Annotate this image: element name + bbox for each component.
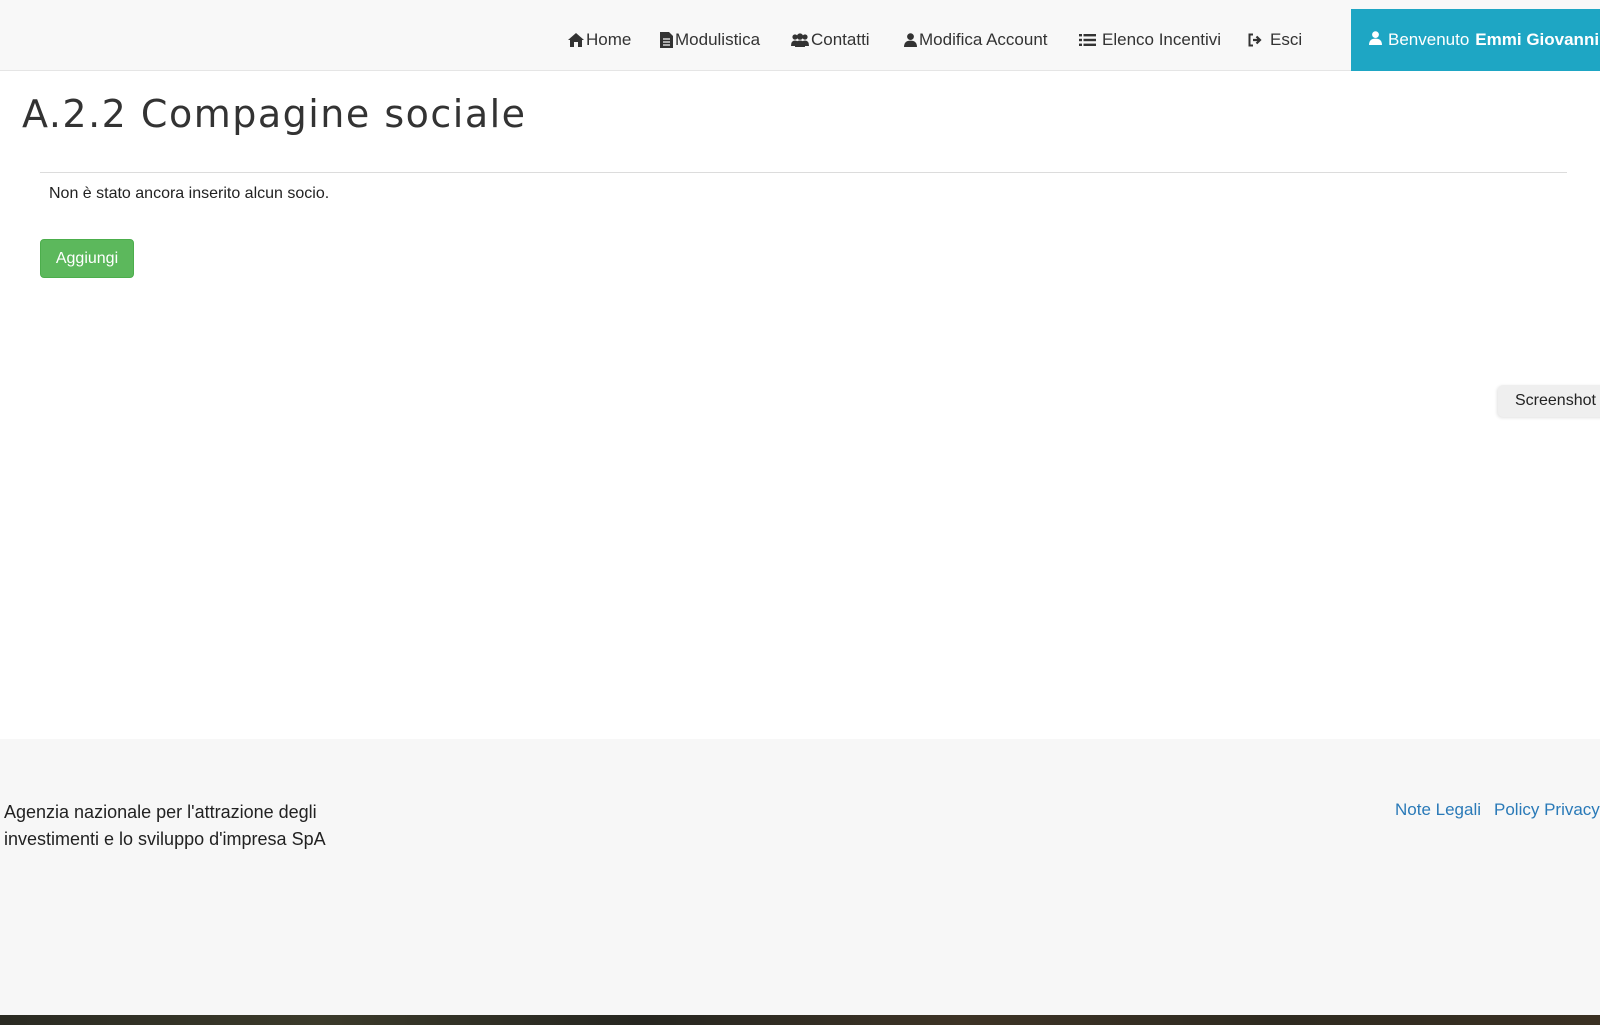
footer: Agenzia nazionale per l'attrazione degli… <box>0 739 1600 1015</box>
user-name: Emmi Giovanni <box>1475 30 1600 49</box>
users-icon <box>791 33 809 47</box>
policy-privacy-link[interactable]: Policy Privacy <box>1494 800 1600 820</box>
note-legali-link[interactable]: Note Legali <box>1395 800 1481 820</box>
title-divider <box>40 172 1567 173</box>
screenshot-tab[interactable]: Screenshot <box>1498 385 1600 417</box>
agency-name: Agenzia nazionale per l'attrazione degli… <box>4 799 326 853</box>
nav-elenco-incentivi-label: Elenco Incentivi <box>1102 30 1222 49</box>
nav-modulistica[interactable]: Modulistica <box>660 30 760 50</box>
nav-modifica-account-label: Modifica Account <box>919 30 1048 49</box>
document-icon <box>660 32 673 48</box>
welcome-user-menu[interactable]: Benvenuto Emmi Giovanni <box>1351 9 1600 71</box>
nav-esci-label: Esci <box>1270 30 1303 49</box>
nav-home[interactable]: Home <box>568 30 631 50</box>
sign-out-icon <box>1248 33 1264 47</box>
list-icon <box>1079 33 1096 47</box>
add-button[interactable]: Aggiungi <box>40 239 134 278</box>
welcome-prefix: Benvenuto <box>1388 30 1470 49</box>
page-title: A.2.2 Compagine sociale <box>22 92 527 136</box>
top-navbar: Home Modulistica Contatti Modifica Accou… <box>0 0 1600 71</box>
nav-home-label: Home <box>586 30 632 49</box>
nav-elenco-incentivi[interactable]: Elenco Incentivi <box>1079 30 1221 50</box>
home-icon <box>568 33 584 47</box>
user-icon <box>904 33 917 47</box>
screenshot-tab-label: Screenshot <box>1515 392 1596 409</box>
page: Home Modulistica Contatti Modifica Accou… <box>0 0 1600 1025</box>
nav-contatti-label: Contatti <box>811 30 870 49</box>
empty-state-message: Non è stato ancora inserito alcun socio. <box>49 185 330 202</box>
nav-modulistica-label: Modulistica <box>675 30 761 49</box>
nav-contatti[interactable]: Contatti <box>791 30 870 50</box>
agency-name-line1: Agenzia nazionale per l'attrazione degli <box>4 802 317 822</box>
nav-modifica-account[interactable]: Modifica Account <box>904 30 1048 50</box>
footer-image-strip <box>0 1015 1600 1025</box>
nav-esci[interactable]: Esci <box>1248 30 1302 50</box>
user-icon <box>1369 30 1382 50</box>
agency-name-line2: investimenti e lo sviluppo d'impresa SpA <box>4 829 326 849</box>
